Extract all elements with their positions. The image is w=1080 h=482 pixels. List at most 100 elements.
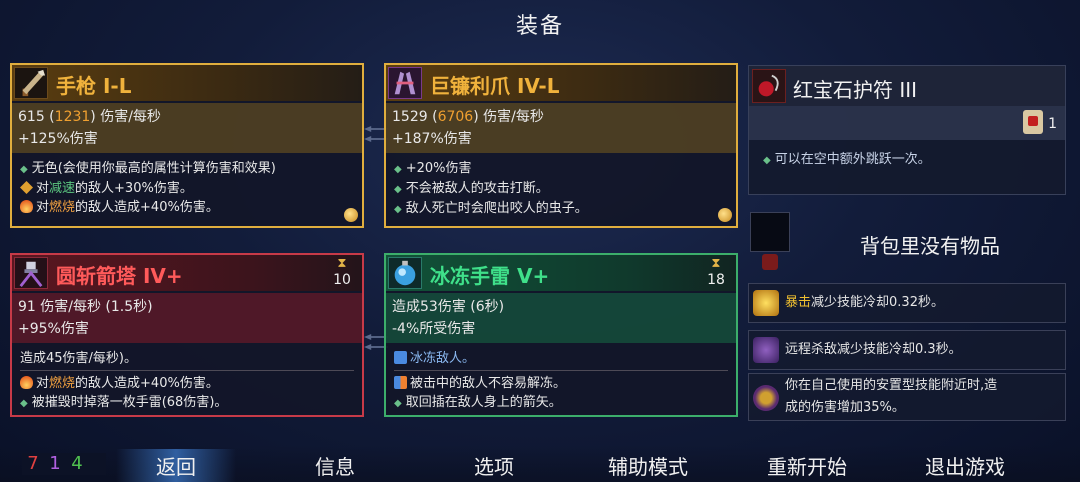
claws-icon [388, 67, 422, 99]
skill-effects: 造成45伤害/每秒)。 对燃烧的敌人造成+40%伤害。 ◆ 被摧毁时掉落一枚手雷(… [12, 345, 362, 415]
ice-grenade-icon [388, 257, 422, 289]
effect-text: 的敌人+30%伤害。 [75, 181, 193, 196]
freeze-icon [394, 351, 407, 364]
mutation-item[interactable]: 暴击减少技能冷却0.32秒。 [748, 283, 1066, 323]
tactics-stat: 1 [49, 453, 61, 474]
dps-value: 91 伤害/每秒 (1.5秒) [18, 299, 153, 315]
damage-bonus: +187%伤害 [392, 131, 472, 147]
assist-mode-button[interactable]: 辅助模式 [608, 451, 688, 480]
mutation-item[interactable]: 你在自己使用的安置型技能附近时,造 成的伤害增加35%。 [748, 373, 1066, 421]
weapon-name: 巨镰利爪 IV-L [430, 74, 560, 98]
dps-value: 615 [18, 109, 45, 125]
scroll-stats: 714 [22, 453, 106, 475]
restart-button[interactable]: 重新开始 [767, 451, 847, 480]
amulet-header: 红宝石护符 III [749, 66, 1065, 106]
effect-text: 无色(会使用你最高的属性计算伤害和效果) [31, 161, 276, 176]
effect-text: 对 [36, 200, 50, 215]
effect-text: +20%伤害 [405, 161, 472, 176]
cooldown-value: 18 [707, 272, 725, 288]
ruby-amulet-icon [752, 69, 786, 103]
slow-icon [20, 181, 33, 194]
effect-text: 取回插在敌人身上的箭矢。 [405, 395, 562, 410]
damage-value: 造成53伤害 (6秒) [392, 299, 505, 315]
bottom-bar: 714 返回 信息 选项 辅助模式 重新开始 退出游戏 [0, 445, 1080, 482]
quit-game-button[interactable]: 退出游戏 [925, 451, 1005, 480]
mutation-keyword: 暴击 [785, 295, 812, 310]
effect-text: 对 [36, 376, 50, 391]
cooldown: ⧗ 18 [704, 257, 728, 289]
weapon-stats: 1529 (6706) 伤害/每秒 +187%伤害 [386, 103, 736, 153]
crit-dps-value: 6706 [437, 109, 474, 125]
survival-stat: 4 [71, 453, 83, 474]
weapon-name: 手枪 I-L [56, 74, 132, 98]
mutation-text: 远程杀敌减少技能冷却0.3秒。 [785, 342, 962, 357]
hourglass-icon: ⧗ [711, 256, 721, 271]
skill-card-ice-grenade[interactable]: 冰冻手雷 V+ ⧗ 18 造成53伤害 (6秒) -4%所受伤害 冰冻敌人。 被… [384, 253, 738, 417]
scroll-count: 1 [1048, 116, 1057, 132]
mutation-item[interactable]: 远程杀敌减少技能冷却0.3秒。 [748, 330, 1066, 370]
amulet-stat-area [749, 106, 1065, 140]
skill-effects: 冰冻敌人。 被击中的敌人不容易解冻。 ◆ 取回插在敌人身上的箭矢。 [386, 345, 736, 415]
damage-taken: -4%所受伤害 [392, 321, 476, 337]
mutation-text: 你在自己使用的安置型技能附近时,造 [785, 378, 998, 393]
status-keyword: 燃烧 [49, 200, 76, 215]
skill-name: 圆斩箭塔 IV+ [56, 264, 183, 288]
effect-text: 可以在空中额外跳跃一次。 [774, 152, 931, 167]
effect-text: 对 [36, 181, 50, 196]
damage-bonus: +95%伤害 [18, 321, 89, 337]
bullet-icon: ◆ [20, 398, 28, 409]
skill-description: 造成45伤害/每秒)。 [20, 351, 137, 366]
freeze-fire-icon [394, 376, 407, 389]
skill-card-turret[interactable]: 圆斩箭塔 IV+ ⧗ 10 91 伤害/每秒 (1.5秒) +95%伤害 造成4… [10, 253, 364, 417]
card-header: 巨镰利爪 IV-L [386, 65, 736, 101]
mutation-text: 减少技能冷却0.32秒。 [811, 295, 944, 310]
effect-text: 被摧毁时掉落一枚手雷(68伤害)。 [31, 395, 228, 410]
weapon-card-claws[interactable]: 巨镰利爪 IV-L 1529 (6706) 伤害/每秒 +187%伤害 ◆ +20… [384, 63, 738, 228]
bullet-icon: ◆ [394, 164, 402, 175]
card-header: 手枪 I-L [12, 65, 362, 101]
ranged-kill-mutation-icon [753, 337, 779, 363]
effect-text: 不会被敌人的攻击打断。 [405, 181, 549, 196]
skill-name: 冰冻手雷 V+ [430, 264, 550, 288]
cooldown: ⧗ 10 [330, 257, 354, 289]
options-button[interactable]: 选项 [474, 451, 514, 480]
dps-value: 1529 [392, 109, 428, 125]
amulet-name: 红宝石护符 III [793, 78, 918, 102]
bullet-icon: ◆ [20, 164, 28, 175]
effect-text: 的敌人造成+40%伤害。 [75, 200, 219, 215]
weapon-effects: ◆ +20%伤害 ◆ 不会被敌人的攻击打断。 ◆ 敌人死亡时会爬出咬人的虫子。 [386, 155, 736, 226]
crit-dps-value: 1231 [54, 109, 91, 125]
card-header: 冰冻手雷 V+ ⧗ 18 [386, 255, 736, 291]
dps-unit: 伤害/每秒 [483, 109, 544, 125]
backpack-empty-text: 背包里没有物品 [860, 234, 1000, 258]
legendary-gem-icon [718, 208, 732, 222]
backpack-slot[interactable] [750, 212, 790, 252]
crit-mutation-icon [753, 290, 779, 316]
effect-text: 被击中的敌人不容易解冻。 [410, 376, 567, 391]
dps-unit: 伤害/每秒 [100, 109, 161, 125]
info-button[interactable]: 信息 [315, 451, 355, 480]
effect-text: 敌人死亡时会爬出咬人的虫子。 [405, 201, 588, 216]
weapon-effects: ◆ 无色(会使用你最高的属性计算伤害和效果) 对减速的敌人+30%伤害。 对燃烧的… [12, 155, 362, 226]
effect-text: 的敌人造成+40%伤害。 [75, 376, 219, 391]
amulet-card[interactable]: 红宝石护符 III 1 ◆ 可以在空中额外跳跃一次。 [748, 65, 1066, 195]
hourglass-icon: ⧗ [337, 256, 347, 271]
weapon-stats: 615 (1231) 伤害/每秒 +125%伤害 [12, 103, 362, 153]
deployable-mutation-icon [753, 385, 779, 411]
back-button[interactable]: 返回 [116, 449, 236, 482]
fire-icon [20, 200, 33, 213]
page-title: 装备 [515, 14, 564, 39]
backpack-small-icon [762, 254, 778, 270]
skill-stats: 造成53伤害 (6秒) -4%所受伤害 [386, 293, 736, 343]
card-header: 圆斩箭塔 IV+ ⧗ 10 [12, 255, 362, 291]
pistol-icon [14, 67, 48, 99]
weapon-card-pistol[interactable]: 手枪 I-L 615 (1231) 伤害/每秒 +125%伤害 ◆ 无色(会使用你… [10, 63, 364, 228]
turret-icon [14, 257, 48, 289]
divider [20, 370, 354, 371]
brutality-stat: 7 [27, 453, 39, 474]
cooldown-value: 10 [333, 272, 351, 288]
amulet-effect: ◆ 可以在空中额外跳跃一次。 [763, 148, 931, 167]
mutation-text: 成的伤害增加35%。 [785, 400, 905, 415]
status-keyword: 减速 [49, 181, 76, 196]
fire-icon [20, 376, 33, 389]
